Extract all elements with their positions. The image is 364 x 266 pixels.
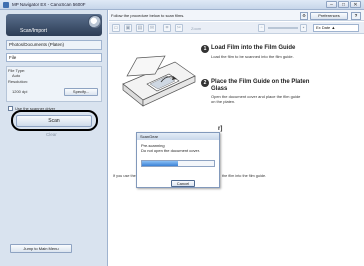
window-title: MP Navigator EX - CanoScan 5600F xyxy=(12,2,86,7)
step-2-title: Place the Film Guide on the Platen xyxy=(211,79,310,85)
step-2-title-line2: Glass xyxy=(211,86,228,92)
mode-select[interactable]: Photos/Documents (Platen) xyxy=(6,40,102,50)
step-2-description-line2: on the platen. xyxy=(211,99,236,104)
folder-icon[interactable]: ▭ xyxy=(112,24,120,32)
dialog-warning: Do not open the document cover. xyxy=(141,148,200,153)
scanner-illustration xyxy=(122,55,196,107)
dialog-title: ScanGear xyxy=(137,133,219,140)
scan-button-highlight xyxy=(11,110,98,131)
jump-to-main-menu-button[interactable]: Jump to Main Menu xyxy=(10,244,72,253)
hint-text: If you use the xyxy=(113,174,136,178)
hint-text-continued: the film into the film guide. xyxy=(222,174,267,178)
scanner-icon xyxy=(88,15,102,29)
file-type-value: Auto xyxy=(12,73,21,78)
clear-button[interactable]: Clear xyxy=(46,132,57,137)
zoom-slider[interactable] xyxy=(268,27,298,29)
resolution-label: Resolution: xyxy=(8,79,29,84)
step-1-description: Load the film to be scanned into the fil… xyxy=(211,54,294,59)
trim-icon[interactable]: ✂ xyxy=(175,24,183,32)
app-icon xyxy=(3,2,9,8)
step-1-number: 1 xyxy=(201,45,209,53)
maximize-button[interactable]: □ xyxy=(338,1,349,8)
crop-icon[interactable]: ⌗ xyxy=(163,24,171,32)
scanner-driver-checkbox[interactable] xyxy=(8,106,13,111)
print-icon[interactable]: ▤ xyxy=(136,24,144,32)
resolution-value: 1200 dpi xyxy=(12,89,28,94)
preferences-button[interactable]: Preferences xyxy=(310,12,348,20)
progress-fill xyxy=(142,161,178,166)
scan-import-label: Scan/Import xyxy=(20,28,47,34)
sort-select[interactable]: Ex Date ▲ xyxy=(313,24,359,32)
step-1-title: Load Film into the Film Guide xyxy=(211,45,296,51)
help-button[interactable]: ? xyxy=(351,12,361,20)
file-tab[interactable]: File xyxy=(6,53,102,62)
specify-button[interactable]: Specify... xyxy=(64,88,98,96)
step-2-number: 2 xyxy=(201,79,209,87)
minimize-button[interactable]: – xyxy=(326,1,337,8)
mail-icon[interactable]: ✉ xyxy=(148,24,156,32)
zoom-out-icon[interactable]: ▫ xyxy=(258,24,265,32)
zoom-in-icon[interactable]: ▪ xyxy=(300,24,307,32)
cancel-button[interactable]: Cancel xyxy=(171,180,195,187)
instruction-text: Follow the procedure below to scan films… xyxy=(111,13,185,18)
close-button[interactable]: ✕ xyxy=(350,1,361,8)
preferences-icon[interactable]: ⚙ xyxy=(300,12,308,20)
zoom-label: Zoom xyxy=(191,26,202,31)
copy-icon[interactable]: ▣ xyxy=(124,24,132,32)
